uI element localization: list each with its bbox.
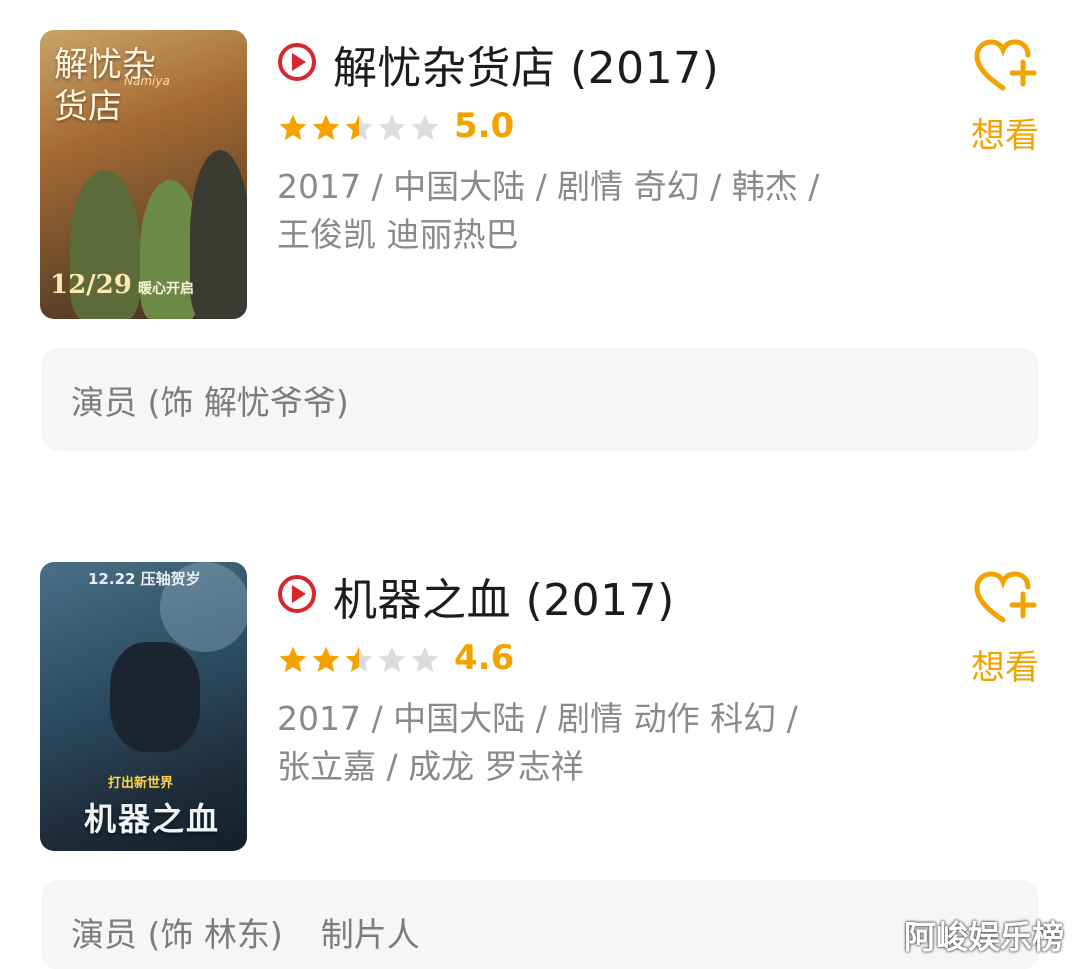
poster-figure	[190, 150, 247, 319]
movie-poster[interactable]: 12.22 压轴贺岁 打出新世界 机器之血	[40, 562, 247, 851]
heart-plus-icon	[974, 39, 1037, 91]
poster-logo: 机器之血	[84, 800, 221, 838]
movie-meta-line: 2017 / 中国大陆 / 剧情 动作 科幻 /	[277, 699, 798, 738]
rating-stars	[277, 112, 441, 144]
movie-meta-line: 王俊凯 迪丽热巴	[277, 215, 519, 254]
role-text: 演员 (饰 解忧爷爷)	[71, 376, 349, 424]
star-empty-icon	[378, 114, 406, 140]
role-label: 演员 (饰 林东)	[71, 915, 283, 954]
star-empty-icon	[378, 646, 406, 672]
star-full-icon	[312, 114, 340, 140]
poster-slogan: 打出新世界	[108, 776, 174, 791]
star-full-icon	[279, 114, 307, 140]
movie-title[interactable]: 机器之血 (2017)	[333, 564, 675, 628]
watermark: 阿峻娱乐榜	[903, 918, 1064, 956]
play-icon[interactable]	[277, 574, 317, 614]
want-label: 想看	[971, 116, 1039, 156]
movie-meta-line: 张立嘉 / 成龙 罗志祥	[277, 747, 584, 786]
want-to-watch-button[interactable]: 想看	[960, 570, 1050, 689]
rating-stars	[277, 644, 441, 676]
role-extra-label: 制片人	[320, 915, 420, 954]
want-label: 想看	[971, 648, 1039, 688]
poster-date: 12/29	[50, 270, 132, 300]
star-full-icon	[279, 646, 307, 672]
star-half-icon	[345, 114, 373, 140]
want-to-watch-button[interactable]: 想看	[960, 38, 1050, 157]
star-half-icon	[345, 646, 373, 672]
movie-title[interactable]: 解忧杂货店 (2017)	[333, 32, 719, 96]
role-text: 演员 (饰 林东) 制片人	[71, 908, 420, 956]
star-full-icon	[312, 646, 340, 672]
movie-meta: 2017 / 中国大陆 / 剧情 动作 科幻 / 张立嘉 / 成龙 罗志祥	[277, 695, 897, 791]
movie-poster[interactable]: 解忧杂货店 Namiya 12/29 暖心开启	[40, 30, 247, 319]
movie-meta: 2017 / 中国大陆 / 剧情 奇幻 / 韩杰 / 王俊凯 迪丽热巴	[277, 163, 897, 259]
movie-list: 解忧杂货店 Namiya 12/29 暖心开启 解忧杂货店 (2017) 5.0…	[0, 0, 1080, 969]
poster-figure	[110, 642, 200, 752]
rating-score: 4.6	[454, 638, 515, 678]
poster-top-text: 12.22 压轴贺岁	[88, 570, 201, 588]
role-box: 演员 (饰 解忧爷爷)	[41, 348, 1039, 451]
poster-subtitle: Namiya	[124, 74, 170, 88]
role-label: 演员 (饰 解忧爷爷)	[71, 383, 349, 422]
rating-score: 5.0	[454, 106, 515, 146]
role-box: 演员 (饰 林东) 制片人	[41, 880, 1039, 969]
play-icon[interactable]	[277, 42, 317, 82]
heart-plus-icon	[974, 571, 1037, 623]
star-empty-icon	[411, 114, 439, 140]
star-empty-icon	[411, 646, 439, 672]
poster-tagline: 暖心开启	[138, 281, 194, 297]
movie-meta-line: 2017 / 中国大陆 / 剧情 奇幻 / 韩杰 /	[277, 167, 820, 206]
